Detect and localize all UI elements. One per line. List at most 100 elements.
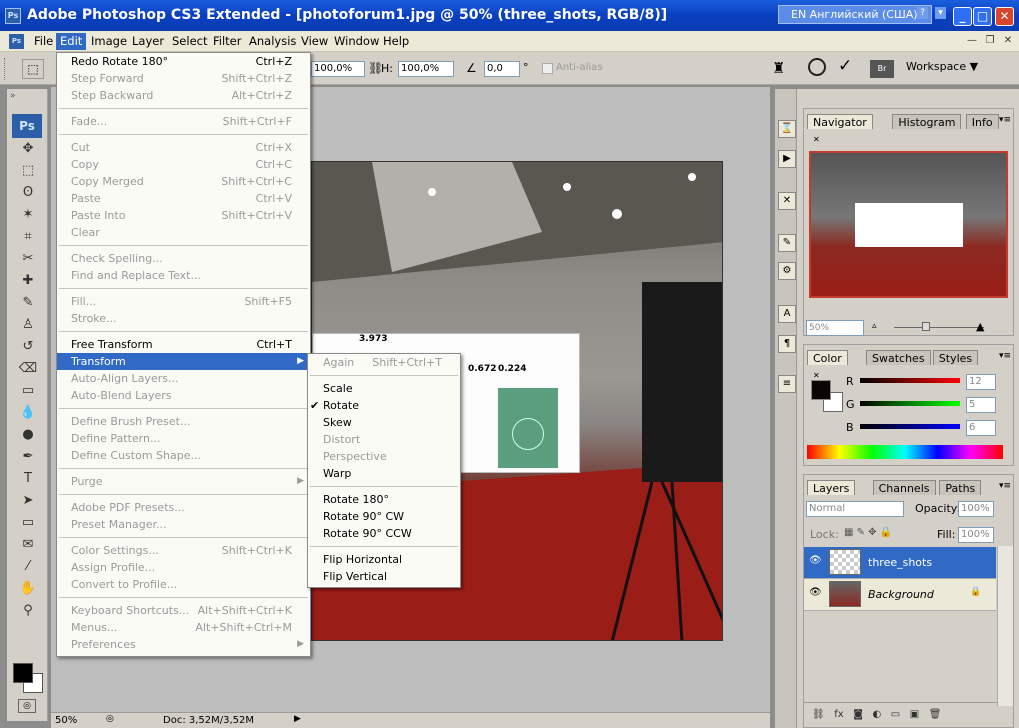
dodge-tool-icon[interactable]: ●	[17, 426, 39, 444]
menu-file[interactable]: File	[30, 33, 57, 50]
status-arrow-icon[interactable]: ▶	[294, 714, 301, 724]
menu-item-skew[interactable]: Skew	[308, 414, 460, 431]
history-brush-icon[interactable]: ↺	[17, 338, 39, 356]
r-slider[interactable]	[860, 378, 960, 383]
ps-logo[interactable]: Ps	[12, 114, 42, 138]
history-icon[interactable]: ⌛	[778, 120, 796, 138]
panel-menu-icon[interactable]: ▾≡	[999, 351, 1011, 361]
paragraph-icon[interactable]: ¶	[778, 335, 796, 353]
layer-row[interactable]: 👁 Background 🔒	[804, 579, 996, 611]
zoom-in-icon[interactable]: ▲	[976, 320, 984, 333]
height-field[interactable]: 100,0%	[398, 61, 454, 77]
options-tray-icon[interactable]: ▾	[935, 7, 946, 19]
close-button[interactable]: ✕	[995, 7, 1014, 26]
blur-tool-icon[interactable]: 💧	[17, 404, 39, 422]
doc-minimize-icon[interactable]: —	[965, 35, 979, 47]
angle-field[interactable]: 0,0	[484, 61, 520, 77]
tab-navigator[interactable]: Navigator ✕	[807, 114, 873, 144]
character-icon[interactable]: A	[778, 305, 796, 323]
healing-tool-icon[interactable]: ✚	[17, 272, 39, 290]
minimize-button[interactable]: _	[953, 7, 972, 26]
opacity-field[interactable]: 100%	[958, 501, 994, 517]
panel-menu-icon[interactable]: ▾≡	[999, 115, 1011, 125]
maximize-button[interactable]: □	[973, 7, 992, 26]
navigator-preview[interactable]	[809, 151, 1008, 298]
tab-swatches[interactable]: Swatches	[866, 350, 931, 365]
doc-close-icon[interactable]: ✕	[1001, 35, 1015, 47]
layer-comps-icon[interactable]: ≡	[778, 375, 796, 393]
help-tray-icon[interactable]: ?	[917, 7, 928, 19]
brush-tool-icon[interactable]: ✎	[17, 294, 39, 312]
tab-info[interactable]: Info	[965, 114, 999, 129]
fill-field[interactable]: 100%	[958, 527, 994, 543]
new-layer-icon[interactable]: ▣	[910, 709, 919, 720]
menu-item-rotate[interactable]: Rotate ✔	[308, 397, 460, 414]
eraser-tool-icon[interactable]: ⌫	[17, 360, 39, 378]
tool-presets-icon[interactable]: ✕	[778, 192, 796, 210]
tab-color[interactable]: Color ✕	[807, 350, 848, 380]
menu-window[interactable]: Window	[330, 33, 383, 50]
tab-close-icon[interactable]: ✕	[813, 135, 820, 144]
doc-restore-icon[interactable]: ❐	[983, 35, 997, 47]
path-select-icon[interactable]: ➤	[17, 492, 39, 510]
menu-item-rotate-180[interactable]: Rotate 180°	[308, 491, 460, 508]
warp-mode-icon[interactable]: ♜	[772, 59, 785, 77]
menu-filter[interactable]: Filter	[209, 33, 245, 50]
width-field[interactable]: 100,0%	[311, 61, 365, 77]
tab-histogram[interactable]: Histogram	[892, 114, 962, 129]
menu-view[interactable]: View	[297, 33, 332, 50]
lock-icons[interactable]: ▦ ✎ ✥ 🔒	[844, 527, 892, 538]
clone-source-icon[interactable]: ⚙	[778, 262, 796, 280]
link-layers-icon[interactable]: ⛓	[812, 709, 825, 720]
foreground-color-swatch[interactable]	[13, 663, 33, 683]
blend-mode-select[interactable]: Normal	[806, 501, 904, 517]
shape-tool-icon[interactable]: ▭	[17, 514, 39, 532]
actions-icon[interactable]: ▶	[778, 150, 796, 168]
bridge-icon[interactable]: Br	[870, 60, 894, 78]
g-field[interactable]: 5	[966, 397, 996, 413]
group-icon[interactable]: ▭	[891, 709, 900, 720]
pen-tool-icon[interactable]: ✒	[17, 448, 39, 466]
commit-transform-icon[interactable]: ✓	[838, 56, 852, 76]
quick-mask-icon[interactable]: ◎	[18, 699, 36, 713]
move-tool-icon[interactable]: ✥	[17, 140, 39, 158]
b-slider[interactable]	[860, 424, 960, 429]
document-icon[interactable]: Ps	[9, 34, 24, 49]
zoom-slider-thumb[interactable]	[922, 322, 930, 331]
tab-channels[interactable]: Channels	[872, 480, 936, 495]
menu-help[interactable]: Help	[379, 33, 413, 50]
b-field[interactable]: 6	[966, 420, 996, 436]
trash-icon[interactable]: 🗑	[929, 709, 942, 720]
menu-item-rotate-90-cw[interactable]: Rotate 90° CW	[308, 508, 460, 525]
slice-tool-icon[interactable]: ✂	[17, 250, 39, 268]
language-indicator[interactable]: EN Английский (США)	[778, 5, 932, 24]
menu-layer[interactable]: Layer	[128, 33, 168, 50]
toolbox-collapse-icon[interactable]: »	[10, 91, 16, 101]
visibility-eye-icon[interactable]: 👁	[809, 555, 822, 566]
tab-paths[interactable]: Paths	[939, 480, 982, 495]
marquee-tool-icon[interactable]: ⬚	[17, 162, 39, 180]
menu-analysis[interactable]: Analysis	[245, 33, 300, 50]
zoom-slider[interactable]	[894, 327, 984, 328]
menu-item-scale[interactable]: Scale	[308, 380, 460, 397]
fx-icon[interactable]: fx	[834, 709, 843, 720]
menu-item-transform[interactable]: Transform ▶	[57, 353, 310, 370]
menu-item-flip-horizontal[interactable]: Flip Horizontal	[308, 551, 460, 568]
menu-image[interactable]: Image	[87, 33, 131, 50]
antialias-checkbox[interactable]	[542, 63, 553, 74]
r-field[interactable]: 12	[966, 374, 996, 390]
stamp-tool-icon[interactable]: ♙	[17, 316, 39, 334]
menu-item-redo-rotate-180[interactable]: Redo Rotate 180° Ctrl+Z	[57, 53, 310, 70]
gradient-tool-icon[interactable]: ▭	[17, 382, 39, 400]
color-ramp[interactable]	[807, 445, 1003, 459]
eyedropper-tool-icon[interactable]: ⁄	[17, 558, 39, 576]
transform-tool-icon[interactable]: ⬚	[22, 59, 44, 79]
tab-layers[interactable]: Layers ✕	[807, 480, 856, 510]
foreground-swatch[interactable]	[811, 380, 831, 400]
hand-tool-icon[interactable]: ✋	[17, 580, 39, 598]
lasso-tool-icon[interactable]: ʘ	[17, 184, 39, 202]
cancel-transform-icon[interactable]	[808, 58, 826, 76]
tab-close-icon[interactable]: ✕	[813, 371, 820, 380]
menu-select[interactable]: Select	[168, 33, 211, 50]
layer-row[interactable]: 👁 three_shots	[804, 547, 996, 579]
